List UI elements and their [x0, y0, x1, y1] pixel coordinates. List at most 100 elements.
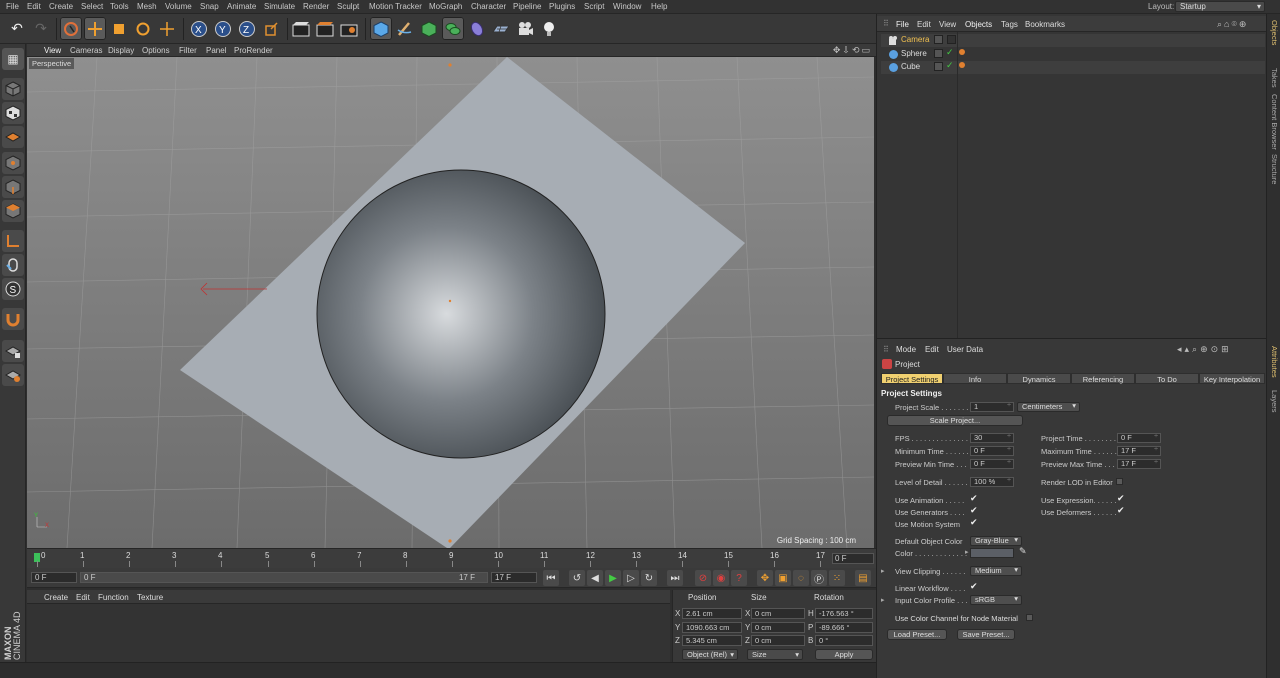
scale-tool-icon[interactable]	[108, 17, 130, 40]
node-material-checkbox[interactable]	[1026, 614, 1033, 621]
material-menu-create[interactable]: Create	[44, 593, 68, 602]
scheme-settings-icon[interactable]: ▤	[855, 570, 871, 586]
object-row-cube[interactable]: Cube ✓	[881, 60, 1265, 74]
next-frame-icon[interactable]: ▷	[623, 570, 639, 586]
edges-mode-icon[interactable]	[2, 176, 24, 198]
level-of-detail-field[interactable]: 100 %	[970, 477, 1014, 487]
planar-workplane-icon[interactable]	[2, 364, 24, 386]
phong-tag-icon[interactable]	[959, 49, 965, 55]
render-to-picture-viewer-icon[interactable]	[314, 17, 336, 40]
menu-create[interactable]: Create	[49, 2, 73, 11]
menu-simulate[interactable]: Simulate	[264, 2, 295, 11]
rotate-tool-icon[interactable]	[132, 17, 154, 40]
size-y-field[interactable]: 0 cm	[751, 622, 805, 633]
project-time-field[interactable]: 0 F	[1117, 433, 1161, 443]
coordinate-system-icon[interactable]	[260, 17, 282, 40]
om-menu-bookmarks[interactable]: Bookmarks	[1025, 20, 1065, 29]
render-view-icon[interactable]	[290, 17, 312, 40]
menu-render[interactable]: Render	[303, 2, 329, 11]
cube-primitive-icon[interactable]	[370, 17, 392, 40]
previous-key-icon[interactable]: ↺	[569, 570, 585, 586]
size-x-field[interactable]: 0 cm	[751, 608, 805, 619]
om-menu-tags[interactable]: Tags	[1001, 20, 1018, 29]
enabled-check-icon[interactable]: ✓	[946, 47, 954, 58]
tab-dynamics[interactable]: Dynamics	[1007, 373, 1071, 384]
go-to-start-icon[interactable]: ⏮	[543, 570, 559, 586]
side-tab-structure[interactable]: Structure	[1270, 154, 1279, 184]
side-tab-takes[interactable]: Takes	[1270, 68, 1279, 88]
side-tab-content-browser[interactable]: Content Browser	[1270, 94, 1279, 150]
pen-spline-icon[interactable]	[394, 17, 416, 40]
viewport-menu-filter[interactable]: Filter	[179, 46, 197, 55]
menu-select[interactable]: Select	[81, 2, 103, 11]
enable-axis-icon[interactable]	[2, 230, 24, 252]
viewport-camera-label[interactable]: Perspective	[29, 58, 75, 69]
visibility-toggle[interactable]	[934, 62, 943, 71]
viewport-menu-view[interactable]: View	[44, 46, 61, 55]
transform-tool-icon[interactable]	[156, 17, 178, 40]
preview-range-slider[interactable]: 0 F 17 F	[80, 572, 488, 583]
preview-min-time-field[interactable]: 0 F	[970, 459, 1014, 469]
menu-tools[interactable]: Tools	[110, 2, 129, 11]
menu-mograph[interactable]: MoGraph	[429, 2, 462, 11]
material-menu-function[interactable]: Function	[98, 593, 129, 602]
undo-icon[interactable]: ↶	[6, 17, 28, 40]
material-menu-texture[interactable]: Texture	[137, 593, 163, 602]
scale-project-button[interactable]: Scale Project...	[887, 415, 1023, 426]
use-generators-checkbox[interactable]: ✔	[970, 505, 978, 516]
layout-select[interactable]: Startup	[1175, 1, 1265, 12]
menu-snap[interactable]: Snap	[200, 2, 219, 11]
position-z-field[interactable]: 5.345 cm	[682, 635, 742, 646]
menu-script[interactable]: Script	[584, 2, 604, 11]
am-menu-edit[interactable]: Edit	[925, 345, 939, 354]
menu-volume[interactable]: Volume	[165, 2, 192, 11]
menu-plugins[interactable]: Plugins	[549, 2, 575, 11]
object-row-sphere[interactable]: Sphere ✓	[881, 47, 1265, 61]
color-swatch[interactable]	[970, 548, 1014, 558]
play-icon[interactable]: ▶	[605, 570, 621, 586]
keyframe-selection-icon[interactable]: ?	[731, 570, 747, 586]
viewport-menu-prorender[interactable]: ProRender	[234, 46, 273, 55]
viewport-menu-cameras[interactable]: Cameras	[70, 46, 102, 55]
tab-referencing[interactable]: Referencing	[1071, 373, 1135, 384]
start-frame-field[interactable]: 0 F	[31, 572, 77, 583]
viewport-menu-display[interactable]: Display	[108, 46, 134, 55]
end-frame-field[interactable]: 17 F	[491, 572, 537, 583]
om-menu-edit[interactable]: Edit	[917, 20, 931, 29]
material-menu-edit[interactable]: Edit	[76, 593, 90, 602]
next-key-icon[interactable]: ↻	[641, 570, 657, 586]
om-menu-objects[interactable]: Objects	[965, 20, 992, 29]
tab-key-interpolation[interactable]: Key Interpolation	[1199, 373, 1265, 384]
previous-frame-icon[interactable]: ◀	[587, 570, 603, 586]
view-clipping-select[interactable]: Medium	[970, 566, 1022, 576]
viewport-menu-panel[interactable]: Panel	[206, 46, 226, 55]
use-expression-checkbox[interactable]: ✔	[1117, 493, 1125, 504]
y-axis-icon[interactable]: Y	[212, 17, 234, 40]
coordinate-mode-select[interactable]: Object (Rel)	[682, 649, 738, 660]
side-tab-layers[interactable]: Layers	[1270, 390, 1279, 413]
camera-icon[interactable]	[514, 17, 536, 40]
side-tab-objects[interactable]: Objects	[1270, 20, 1279, 45]
project-scale-unit-select[interactable]: Centimeters	[1017, 402, 1080, 412]
use-deformers-checkbox[interactable]: ✔	[1117, 505, 1125, 516]
polygons-mode-icon[interactable]	[2, 200, 24, 222]
tab-project-settings[interactable]: Project Settings	[881, 373, 943, 384]
position-y-field[interactable]: 1090.663 cm	[682, 622, 742, 633]
visibility-toggle[interactable]	[934, 35, 943, 44]
position-x-field[interactable]: 2.61 cm	[682, 608, 742, 619]
am-header-icons[interactable]: ◂▴⌕⊕⊙⊞	[1177, 344, 1232, 355]
save-preset-button[interactable]: Save Preset...	[957, 629, 1015, 640]
minimum-time-field[interactable]: 0 F	[970, 446, 1014, 456]
menu-mesh[interactable]: Mesh	[137, 2, 157, 11]
input-color-expand-icon[interactable]: ▸	[881, 596, 885, 604]
move-tool-icon[interactable]	[84, 17, 106, 40]
om-menu-file[interactable]: File	[896, 20, 909, 29]
tab-info[interactable]: Info	[943, 373, 1007, 384]
project-scale-field[interactable]: 1	[970, 402, 1014, 412]
sphere-object[interactable]	[316, 169, 606, 459]
view-clipping-expand-icon[interactable]: ▸	[881, 567, 885, 575]
record-active-objects-icon[interactable]: ⊘	[695, 570, 711, 586]
record-parameter-icon[interactable]: Ⓟ	[811, 570, 827, 586]
magnet-icon[interactable]	[2, 308, 24, 330]
menu-file[interactable]: File	[6, 2, 19, 11]
